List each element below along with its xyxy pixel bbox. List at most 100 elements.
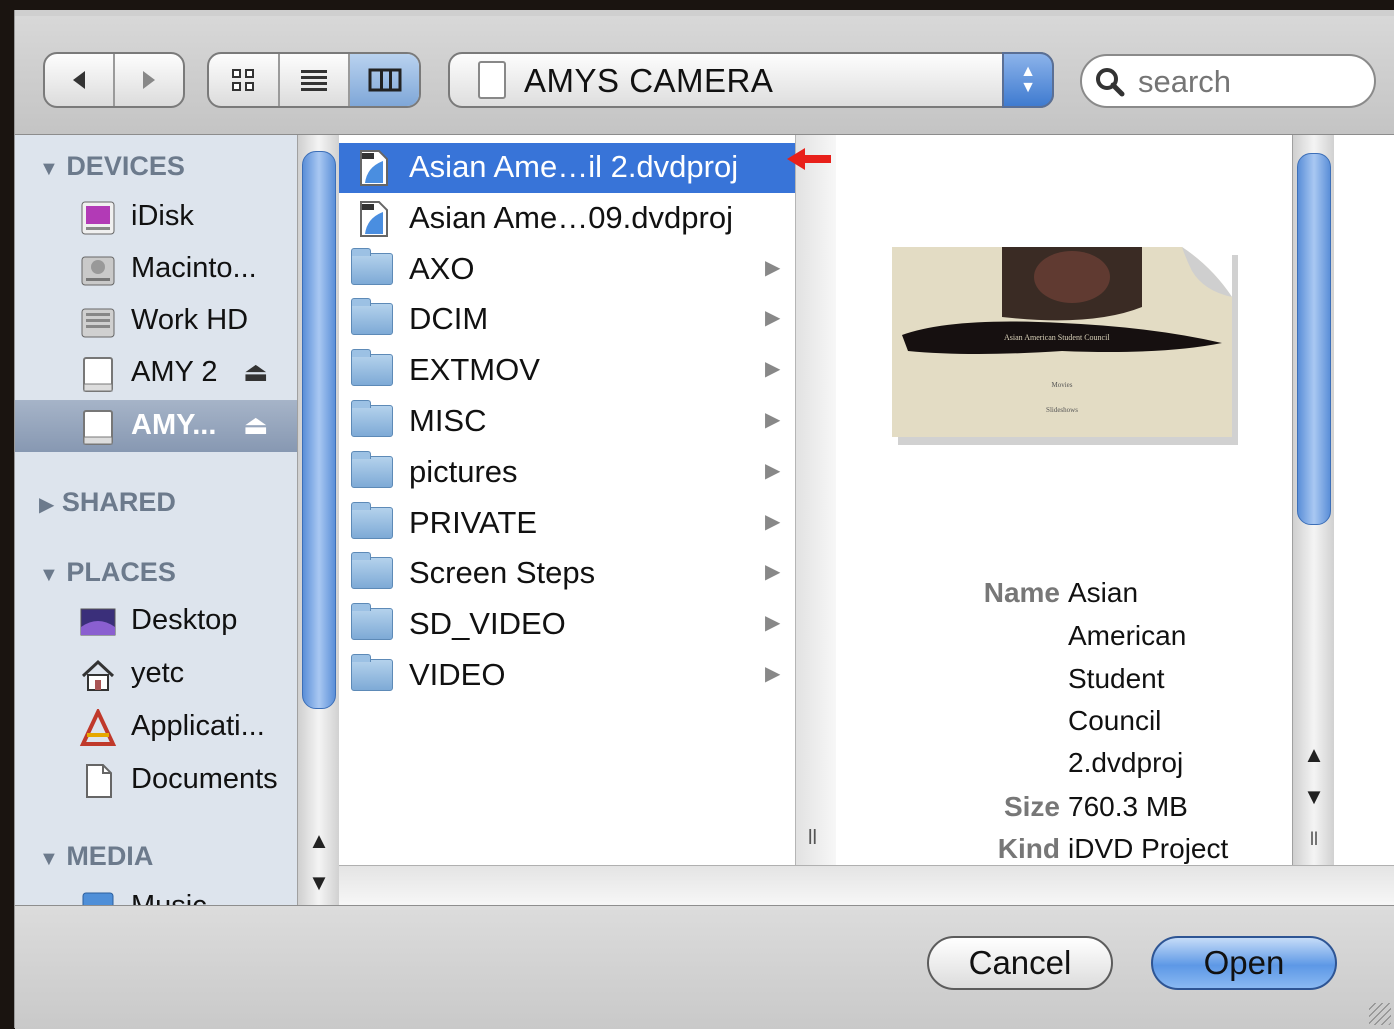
documents-icon: [86, 764, 112, 798]
sidebar-item-macintosh[interactable]: Macinto...: [15, 243, 297, 295]
name-value-line: Council: [1068, 705, 1162, 736]
file-row[interactable]: AXO ▶: [339, 245, 795, 295]
file-row[interactable]: EXTMOV ▶: [339, 346, 795, 396]
sidebar-item-label: Desktop: [131, 604, 238, 636]
file-name: EXTMOV: [409, 352, 540, 388]
name-value-line: Asian: [1068, 577, 1139, 608]
sidebar-item-music[interactable]: Music: [15, 881, 297, 905]
sidebar-item-label: AMY...: [131, 409, 217, 441]
search-input[interactable]: [1136, 62, 1360, 102]
file-row[interactable]: Screen Steps ▶: [339, 549, 795, 599]
column-resize-divider[interactable]: ll: [795, 135, 837, 905]
preview-pane: Asian American Student Council Movies Sl…: [836, 135, 1292, 865]
scroll-up-arrow-icon[interactable]: ▲: [1293, 735, 1335, 775]
sidebar-item-label: Music: [131, 890, 207, 905]
scroll-up-arrow-icon[interactable]: ▲: [298, 821, 340, 861]
sidebar-item-yetc[interactable]: yetc: [15, 648, 297, 700]
preview-scroll-thumb[interactable]: [1297, 153, 1331, 525]
sidebar-scrollbar[interactable]: ▲ ▼: [297, 135, 340, 905]
file-row[interactable]: PRIVATE ▶: [339, 499, 795, 549]
search-icon: [1096, 68, 1125, 97]
disclosure-open-icon: ▼: [39, 158, 59, 180]
file-row[interactable]: VIDEO ▶: [339, 651, 795, 701]
sidebar-item-idisk[interactable]: iDisk: [15, 191, 297, 243]
forward-arrow-icon: [143, 71, 155, 89]
folder-icon: [351, 654, 393, 691]
file-row[interactable]: SD_VIDEO ▶: [339, 600, 795, 650]
annotation-arrow-icon: [787, 148, 831, 170]
file-name: PRIVATE: [409, 504, 538, 540]
music-icon: [82, 892, 114, 905]
eject-icon[interactable]: ⏏: [243, 410, 269, 441]
icon-view-icon: [232, 69, 255, 91]
folder-icon: [351, 298, 393, 336]
back-button[interactable]: [45, 54, 115, 106]
devices-section-header[interactable]: ▼ DEVICES: [39, 151, 185, 182]
file-column: Asian Ame…il 2.dvdproj Asian Ame…09.dvdpr…: [339, 135, 795, 865]
sidebar-item-label: yetc: [131, 657, 185, 689]
forward-button[interactable]: [115, 54, 183, 106]
disclosure-arrow-icon: ▶: [765, 459, 781, 482]
preview-scrollbar[interactable]: ▲ ▼ ll: [1292, 135, 1335, 865]
sidebar-item-label: iDisk: [131, 200, 194, 232]
open-button[interactable]: Open: [1151, 936, 1337, 990]
folder-icon: [351, 450, 393, 488]
sidebar-item-label: Macinto...: [131, 252, 257, 284]
file-name: AXO: [409, 250, 475, 286]
file-name: Asian Ame…il 2.dvdproj: [409, 149, 739, 184]
name-value-line: Student: [1068, 663, 1165, 694]
sidebar-item-amys-camera[interactable]: AMY... ⏏: [15, 400, 297, 452]
size-label: Size: [1003, 791, 1060, 822]
disclosure-arrow-icon: ▶: [765, 663, 781, 685]
places-section-header[interactable]: ▼ PLACES: [39, 557, 176, 588]
file-row[interactable]: Asian Ame…09.dvdproj: [339, 194, 795, 244]
sidebar-item-label: Applicati...: [131, 710, 265, 742]
list-view-button[interactable]: [280, 54, 351, 106]
name-value-line: 2.dvdproj: [1068, 747, 1184, 778]
disclosure-arrow-icon: ▶: [765, 307, 781, 330]
name-value-line: American: [1068, 620, 1187, 651]
hard-disk-icon: [81, 256, 115, 286]
sidebar-scroll-thumb[interactable]: [302, 151, 336, 709]
resize-grip-icon[interactable]: ll: [808, 827, 817, 850]
shared-section-header[interactable]: ▶ SHARED: [39, 487, 176, 518]
horizontal-scrollbar[interactable]: [339, 865, 1394, 906]
column-view-button[interactable]: [350, 54, 419, 106]
sidebar-item-amy-2[interactable]: AMY 2 ⏏: [15, 347, 297, 399]
resize-grip-icon[interactable]: ll: [1293, 819, 1335, 859]
desktop-icon: [80, 608, 116, 636]
sidebar-item-documents[interactable]: Documents: [15, 754, 297, 806]
home-icon: [81, 659, 115, 691]
disclosure-arrow-icon: ▶: [765, 510, 781, 533]
file-name: Screen Steps: [409, 555, 596, 591]
disclosure-arrow-icon: ▶: [765, 256, 781, 279]
eject-icon[interactable]: ⏏: [243, 357, 269, 388]
sidebar-item-work-hd[interactable]: Work HD: [15, 295, 297, 347]
disclosure-arrow-icon: ▶: [765, 409, 781, 431]
icon-view-button[interactable]: [209, 54, 280, 106]
back-arrow-icon: [73, 71, 85, 89]
location-popup[interactable]: AMYS CAMERA ▲ ▼: [448, 52, 1054, 108]
file-row[interactable]: Asian Ame…il 2.dvdproj: [339, 143, 795, 193]
search-field[interactable]: [1080, 54, 1376, 108]
name-label: Name: [983, 577, 1060, 608]
file-name: DCIM: [409, 301, 489, 337]
resize-grip-icon[interactable]: [1369, 1003, 1391, 1025]
file-row[interactable]: DCIM ▶: [339, 295, 795, 345]
scroll-down-arrow-icon[interactable]: ▼: [1293, 777, 1335, 817]
folder-icon: [351, 400, 393, 437]
folder-icon: [351, 603, 393, 641]
cancel-button[interactable]: Cancel: [927, 936, 1113, 990]
popup-stepper-icon: ▲ ▼: [1002, 52, 1054, 108]
sidebar-item-applications[interactable]: Applicati...: [15, 701, 297, 753]
file-row[interactable]: pictures ▶: [339, 448, 795, 498]
file-row[interactable]: MISC ▶: [339, 397, 795, 447]
scroll-down-arrow-icon[interactable]: ▼: [298, 863, 340, 903]
sidebar-item-label: AMY 2: [131, 356, 218, 388]
toolbar: AMYS CAMERA ▲ ▼: [15, 16, 1394, 135]
media-section-header[interactable]: ▼ MEDIA: [39, 841, 153, 872]
idisk-icon: [81, 201, 115, 235]
thumb-menu-item: Movies: [1052, 381, 1073, 389]
dvdproj-file-icon: [360, 150, 388, 186]
sidebar-item-desktop[interactable]: Desktop: [15, 595, 297, 647]
